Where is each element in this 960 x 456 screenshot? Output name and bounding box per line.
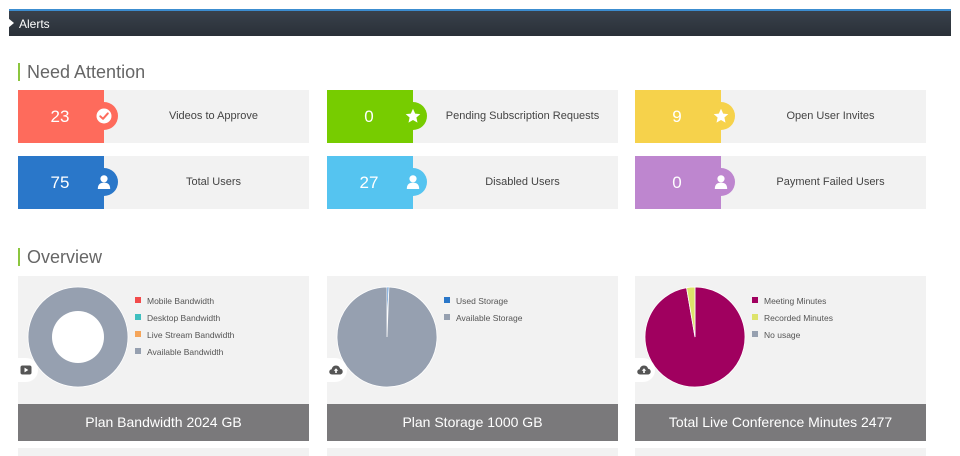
chart-legend: Mobile Bandwidth Desktop Bandwidth Live St… bbox=[135, 296, 234, 364]
legend-item[interactable]: Meeting Minutes bbox=[752, 296, 833, 313]
alert-label: Total Users bbox=[185, 176, 242, 188]
legend-label: Used Storage bbox=[456, 296, 508, 306]
alerts-header-bar[interactable]: Alerts bbox=[8, 9, 951, 36]
legend-swatch bbox=[752, 297, 758, 303]
legend-label: Meeting Minutes bbox=[764, 296, 827, 306]
legend-swatch bbox=[135, 348, 141, 354]
legend-label: Available Bandwidth bbox=[147, 347, 224, 357]
legend-item[interactable]: Desktop Bandwidth bbox=[135, 313, 234, 330]
legend-item[interactable]: Available Storage bbox=[444, 313, 522, 330]
alert-card[interactable]: 23 Videos to Approve bbox=[18, 90, 309, 143]
legend-swatch bbox=[135, 314, 141, 320]
panel-stub bbox=[635, 448, 926, 456]
legend-item[interactable]: Recorded Minutes bbox=[752, 313, 833, 330]
alert-card[interactable]: 0 Payment Failed Users bbox=[635, 156, 926, 209]
user-icon bbox=[707, 168, 735, 196]
star-icon bbox=[707, 102, 735, 130]
pie-slice[interactable] bbox=[336, 286, 438, 388]
legend-label: No usage bbox=[764, 330, 801, 340]
overview-panel: Mobile Bandwidth Desktop Bandwidth Live St… bbox=[18, 276, 309, 441]
alert-card[interactable]: 9 Open User Invites bbox=[635, 90, 926, 143]
star-icon bbox=[399, 102, 427, 130]
overview-panel: Used Storage Available Storage Plan Storag… bbox=[327, 276, 618, 441]
alert-label: Videos to Approve bbox=[168, 110, 259, 122]
alerts-title: Alerts bbox=[19, 17, 50, 31]
legend-swatch bbox=[752, 331, 758, 337]
legend-label: Recorded Minutes bbox=[764, 313, 833, 323]
alert-label: Disabled Users bbox=[485, 176, 560, 188]
chart-legend: Meeting Minutes Recorded Minutes No usage bbox=[752, 296, 833, 347]
panel-footer-title: Total Live Conference Minutes 2477 bbox=[635, 404, 926, 441]
legend-item[interactable]: Mobile Bandwidth bbox=[135, 296, 234, 313]
legend-label: Live Stream Bandwidth bbox=[147, 330, 235, 340]
legend-swatch bbox=[444, 297, 450, 303]
alert-card[interactable]: 27 Disabled Users bbox=[327, 156, 618, 209]
donut-hole bbox=[52, 311, 104, 363]
legend-item[interactable]: Live Stream Bandwidth bbox=[135, 330, 234, 347]
overview-panel: Meeting Minutes Recorded Minutes No usage T… bbox=[635, 276, 926, 441]
expand-caret-icon[interactable] bbox=[8, 18, 14, 28]
user-icon bbox=[90, 168, 118, 196]
legend-item[interactable]: Available Bandwidth bbox=[135, 347, 234, 364]
alert-label: Payment Failed Users bbox=[776, 176, 885, 188]
legend-swatch bbox=[444, 314, 450, 320]
alert-label: Open User Invites bbox=[786, 110, 875, 122]
legend-label: Available Storage bbox=[456, 313, 523, 323]
legend-swatch bbox=[135, 297, 141, 303]
legend-item[interactable]: No usage bbox=[752, 330, 833, 347]
overview-heading: Overview bbox=[18, 248, 102, 266]
need-attention-heading: Need Attention bbox=[18, 63, 145, 81]
panel-footer-title: Plan Bandwidth 2024 GB bbox=[18, 404, 309, 441]
chart-legend: Used Storage Available Storage bbox=[444, 296, 522, 330]
panel-stub bbox=[18, 448, 309, 456]
alert-label: Pending Subscription Requests bbox=[445, 110, 600, 122]
legend-swatch bbox=[135, 331, 141, 337]
legend-label: Desktop Bandwidth bbox=[147, 313, 221, 323]
alert-card[interactable]: 0 Pending Subscription Requests bbox=[327, 90, 618, 143]
legend-label: Mobile Bandwidth bbox=[147, 296, 215, 306]
check-circle-icon bbox=[90, 102, 118, 130]
legend-swatch bbox=[752, 314, 758, 320]
alert-card[interactable]: 75 Total Users bbox=[18, 156, 309, 209]
panel-footer-title: Plan Storage 1000 GB bbox=[327, 404, 618, 441]
legend-item[interactable]: Used Storage bbox=[444, 296, 522, 313]
user-icon bbox=[399, 168, 427, 196]
panel-stub bbox=[327, 448, 618, 456]
